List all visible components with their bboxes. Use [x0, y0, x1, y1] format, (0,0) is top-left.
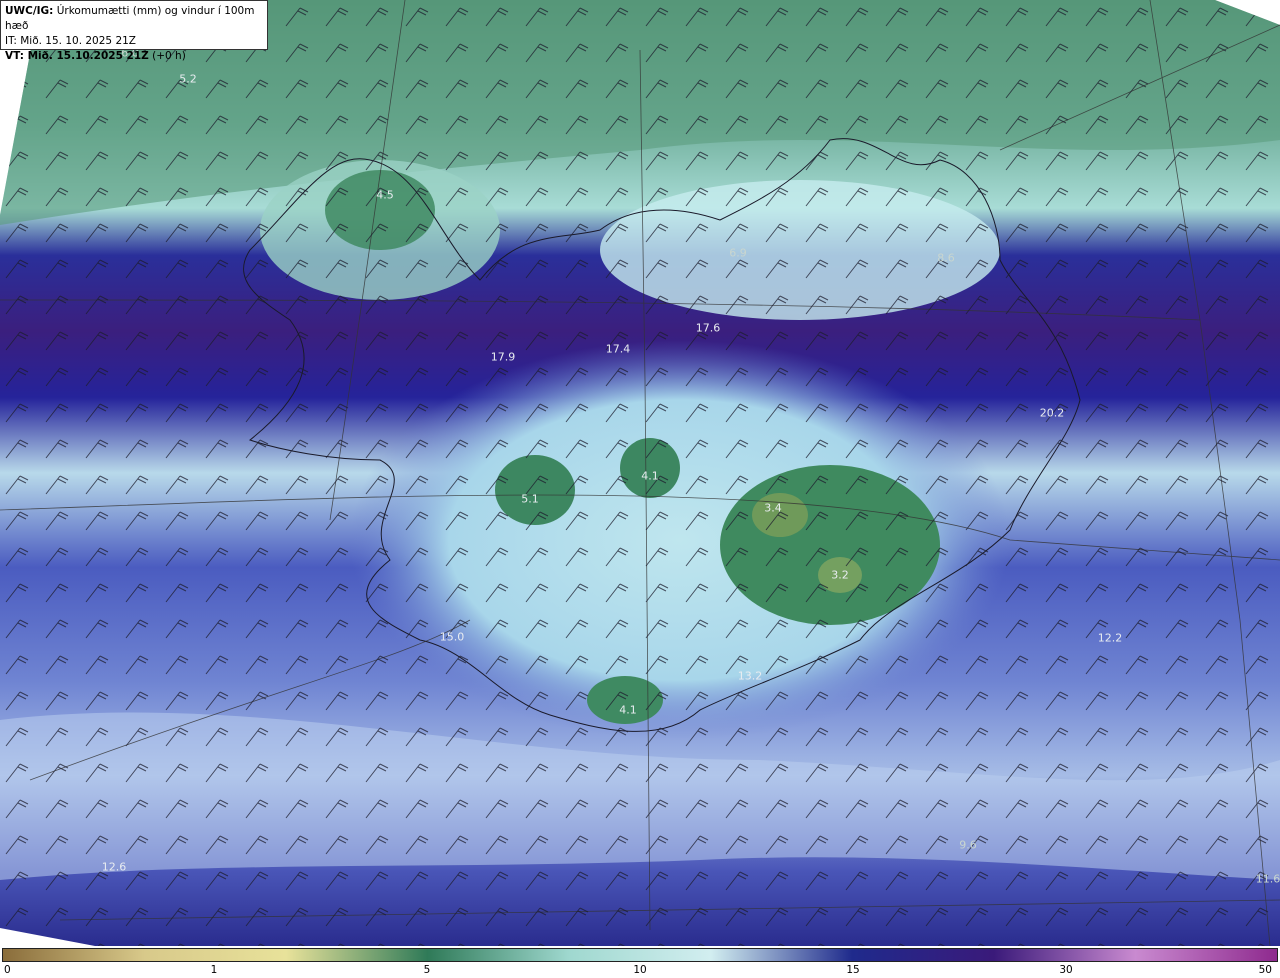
value-label: 4.5: [376, 188, 394, 202]
value-label: 15.0: [439, 630, 465, 644]
title-line-1: UWC/IG: Úrkomumætti (mm) og vindur í 100…: [5, 4, 263, 34]
value-label: 8.6: [937, 251, 955, 265]
value-label: 17.6: [695, 321, 721, 335]
init-time: IT: Mið. 15. 10. 2025 21Z: [5, 35, 136, 47]
valid-offset: (+0 h): [152, 50, 186, 62]
value-label: 17.4: [605, 342, 631, 356]
value-label: 6.9: [729, 246, 747, 260]
valid-time: VT: Mið. 15.10.2025 21Z: [5, 50, 149, 62]
colorbar-tick-label: 10: [633, 964, 647, 976]
value-label: 5.2: [179, 72, 197, 86]
value-label: 11.6: [1255, 872, 1280, 886]
value-label: 12.2: [1097, 631, 1123, 645]
value-label: 9.6: [959, 838, 977, 852]
value-label: 4.1: [619, 703, 637, 717]
value-label: 3.2: [831, 568, 849, 582]
value-label: 17.9: [490, 350, 516, 364]
colorbar: [2, 948, 1278, 962]
colorbar-tick-label: 50: [1258, 964, 1272, 976]
precipitation-map: [0, 0, 1280, 946]
map-title-box: UWC/IG: Úrkomumætti (mm) og vindur í 100…: [0, 0, 268, 62]
value-label: 4.1: [641, 469, 659, 483]
colorbar-legend: 0 1 5 10 15 30 50: [0, 946, 1280, 978]
colorbar-tick-label: 0: [4, 964, 11, 976]
value-label: 5.1: [521, 492, 539, 506]
colorbar-tick-label: 15: [846, 964, 860, 976]
colorbar-tick-label: 30: [1059, 964, 1073, 976]
value-label: 13.2: [737, 669, 763, 683]
colorbar-tick-label: 5: [423, 964, 431, 976]
value-label: 3.4: [764, 501, 782, 515]
map-view: 6.0 5.2 4.5 17.9 17.4 17.6 6.9 8.6 20.2 4.1 5.1 3.4…: [0, 0, 1280, 978]
value-label: 20.2: [1039, 406, 1065, 420]
product-code: UWC/IG:: [5, 5, 54, 17]
value-label: 12.6: [101, 860, 127, 874]
colorbar-tick-label: 1: [210, 964, 218, 976]
valid-time-line: VT: Mið. 15.10.2025 21Z (+0 h): [5, 49, 263, 64]
